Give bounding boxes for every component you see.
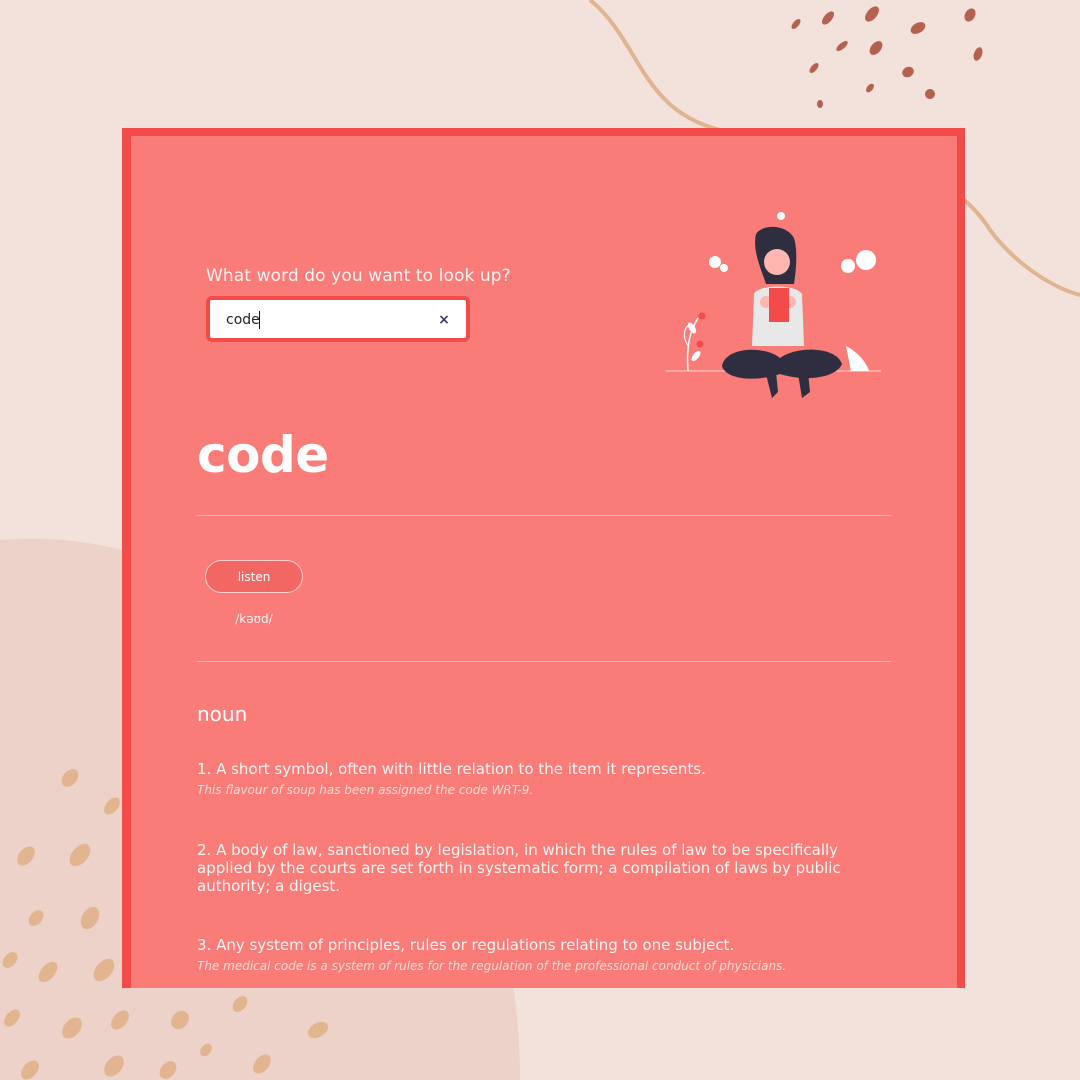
phonetic-text: /kəʊd/ bbox=[235, 612, 273, 626]
definition-item: 2. A body of law, sanctioned by legislat… bbox=[197, 841, 897, 895]
close-icon[interactable]: × bbox=[436, 310, 452, 330]
definition-item: 1. A short symbol, often with little rel… bbox=[197, 760, 897, 797]
person-reading-illustration bbox=[666, 212, 881, 398]
text-caret bbox=[259, 311, 260, 329]
word-title: code bbox=[197, 426, 329, 484]
search-prompt: What word do you want to look up? bbox=[206, 266, 511, 286]
divider-top bbox=[197, 515, 891, 516]
definition-text: 1. A short symbol, often with little rel… bbox=[197, 760, 706, 778]
definition-text: 3. Any system of principles, rules or re… bbox=[197, 936, 735, 954]
search-box[interactable]: × bbox=[206, 296, 470, 342]
definition-example: The medical code is a system of rules fo… bbox=[197, 959, 787, 973]
definition-item: 3. Any system of principles, rules or re… bbox=[197, 936, 897, 973]
definition-example: This flavour of soup has been assigned t… bbox=[197, 783, 534, 797]
listen-button[interactable]: listen bbox=[205, 560, 303, 593]
search-input[interactable] bbox=[226, 309, 426, 331]
definition-text: 2. A body of law, sanctioned by legislat… bbox=[197, 841, 841, 895]
part-of-speech: noun bbox=[197, 702, 248, 726]
dictionary-card: What word do you want to look up? × code… bbox=[122, 128, 965, 988]
divider-bottom bbox=[197, 661, 891, 662]
